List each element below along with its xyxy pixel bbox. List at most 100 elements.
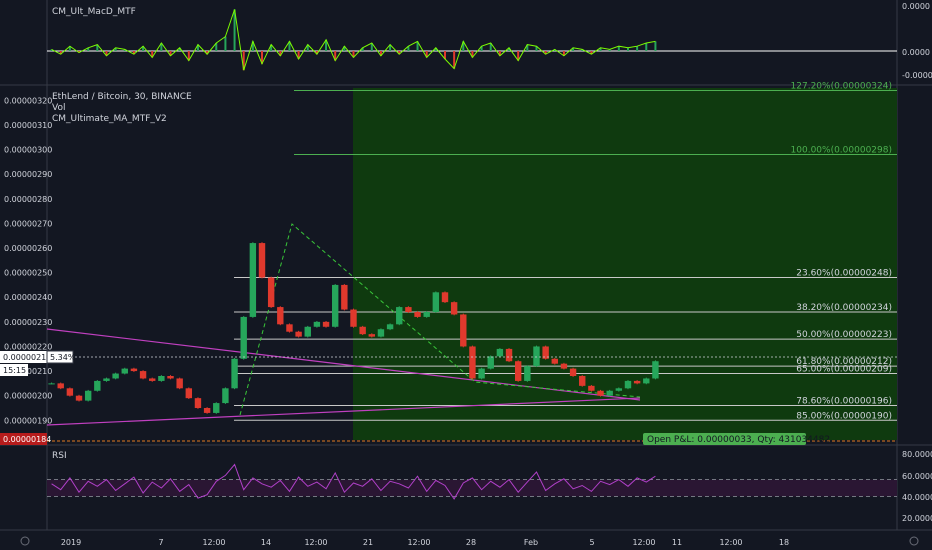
candle-body bbox=[588, 385, 595, 391]
time-tick-label: 12:00 bbox=[632, 538, 655, 547]
candle-body bbox=[203, 408, 211, 413]
candle-body bbox=[643, 378, 650, 384]
ma-label: CM_Ultimate_MA_MTF_V2 bbox=[52, 114, 167, 124]
candle-body bbox=[286, 324, 293, 332]
time-axis: 2019 7 12:00 14 12:00 21 12:00 28 Feb 5 12:00 11 12:… bbox=[61, 538, 789, 547]
time-tick-label: 12:00 bbox=[719, 538, 742, 547]
candle-body bbox=[368, 334, 376, 337]
price-tick-label: 0.00000310 bbox=[4, 121, 52, 130]
candle-body bbox=[121, 368, 128, 374]
candle-body bbox=[258, 243, 266, 278]
macd-line bbox=[51, 9, 656, 71]
timezone-icon[interactable] bbox=[20, 536, 30, 546]
candle-body bbox=[633, 380, 641, 384]
time-tick-label: 12:00 bbox=[304, 538, 327, 547]
candle-body bbox=[322, 321, 330, 327]
candle-body bbox=[579, 376, 586, 386]
macd-scale-mid: 0.0000 bbox=[902, 48, 930, 57]
candle-body bbox=[450, 302, 458, 315]
macd-title: CM_Ult_MacD_MTF bbox=[52, 7, 136, 17]
current-pct-text: 5.34% bbox=[50, 353, 76, 362]
candle-body bbox=[185, 388, 193, 399]
settings-icon[interactable] bbox=[909, 536, 919, 546]
rsi-title: RSI bbox=[52, 451, 67, 461]
candle-body bbox=[350, 309, 357, 327]
candle-body bbox=[267, 277, 275, 308]
macd-scale-top: 0.0000 bbox=[902, 2, 930, 11]
candle-body bbox=[569, 368, 577, 376]
candle-body bbox=[341, 284, 348, 310]
fib-level-label: 100.00%(0.00000298) bbox=[791, 145, 892, 155]
candle-body bbox=[331, 284, 339, 327]
price-tick-label: 0.00000190 bbox=[4, 416, 52, 425]
symbol-line: EthLend / Bitcoin, 30, BINANCE bbox=[52, 92, 192, 102]
candle-body bbox=[597, 390, 604, 396]
time-tick-label: 12:00 bbox=[407, 538, 430, 547]
candle-body bbox=[386, 324, 394, 330]
candle-body bbox=[560, 363, 568, 369]
candle-body bbox=[213, 403, 220, 413]
candle-body bbox=[377, 329, 385, 337]
candle-body bbox=[606, 390, 613, 396]
candle-body bbox=[167, 376, 174, 379]
candle-body bbox=[139, 371, 147, 379]
candle-body bbox=[359, 326, 366, 335]
candle-body bbox=[66, 388, 74, 396]
bottom-price-text: 0.00000184 bbox=[3, 435, 51, 444]
candle-body bbox=[405, 307, 412, 312]
price-tick-label: 0.00000220 bbox=[4, 342, 52, 351]
candle-body bbox=[652, 361, 659, 379]
candle-body bbox=[432, 292, 440, 312]
price-tick-label: 0.00000240 bbox=[4, 293, 52, 302]
fib-level-label: 78.60%(0.00000196) bbox=[796, 397, 892, 407]
price-tick-label: 0.00000200 bbox=[4, 392, 52, 401]
fib-level-label: 23.60%(0.00000248) bbox=[796, 269, 892, 279]
candle-body bbox=[176, 378, 183, 389]
open-pnl-text: Open P&L: 0.00000033, Qty: 431034482 bbox=[647, 435, 830, 445]
candle-body bbox=[533, 346, 540, 367]
chart-canvas[interactable]: 127.20%(0.00000324) 100.00%(0.00000298) 23… bbox=[0, 0, 932, 550]
candle-body bbox=[240, 316, 247, 359]
time-tick-label: 18 bbox=[779, 538, 789, 547]
candle-body bbox=[414, 312, 421, 317]
price-tick-label: 0.00000290 bbox=[4, 170, 52, 179]
candle-body bbox=[277, 307, 284, 325]
candle-body bbox=[551, 358, 558, 364]
candle-body bbox=[103, 378, 110, 381]
time-tick-label: Feb bbox=[524, 538, 538, 547]
candle-body bbox=[496, 348, 504, 357]
time-tick-label: 21 bbox=[363, 538, 373, 547]
fib-level-label: 50.00%(0.00000223) bbox=[796, 330, 892, 340]
candle-body bbox=[615, 388, 623, 391]
time-tick-label: 12:00 bbox=[202, 538, 225, 547]
candle-body bbox=[396, 307, 403, 325]
candle-body bbox=[158, 376, 165, 381]
candle-body bbox=[487, 356, 494, 369]
vol-label: Vol bbox=[52, 103, 65, 113]
candle-body bbox=[469, 346, 476, 379]
candle-body bbox=[423, 312, 430, 317]
fib-level-label: 38.20%(0.00000234) bbox=[796, 303, 892, 313]
candle-body bbox=[460, 314, 467, 347]
rsi-scale-20: 20.0000 bbox=[902, 514, 932, 523]
candle-body bbox=[441, 292, 449, 303]
rsi-scale-60: 60.0000 bbox=[902, 472, 932, 481]
candle-body bbox=[48, 383, 55, 385]
price-tick-label: 0.00000280 bbox=[4, 195, 52, 204]
candle-body bbox=[624, 380, 632, 389]
candle-body bbox=[94, 380, 101, 391]
rsi-scale-80: 80.0000 bbox=[902, 450, 932, 459]
candle-body bbox=[304, 326, 311, 337]
candle-body bbox=[524, 366, 531, 381]
rsi-band bbox=[47, 479, 897, 497]
time-tick-label: 5 bbox=[589, 538, 594, 547]
current-price-text: 0.00000217 bbox=[3, 353, 51, 362]
rsi-scale-40: 40.0000 bbox=[902, 493, 932, 502]
price-tick-label: 0.00000260 bbox=[4, 244, 52, 253]
candle-body bbox=[313, 321, 321, 327]
candle-body bbox=[478, 368, 485, 379]
time-tick-label: 7 bbox=[158, 538, 163, 547]
candle-body bbox=[295, 331, 302, 337]
candle-body bbox=[194, 398, 202, 408]
fib-level-label: 85.00%(0.00000190) bbox=[796, 411, 892, 421]
